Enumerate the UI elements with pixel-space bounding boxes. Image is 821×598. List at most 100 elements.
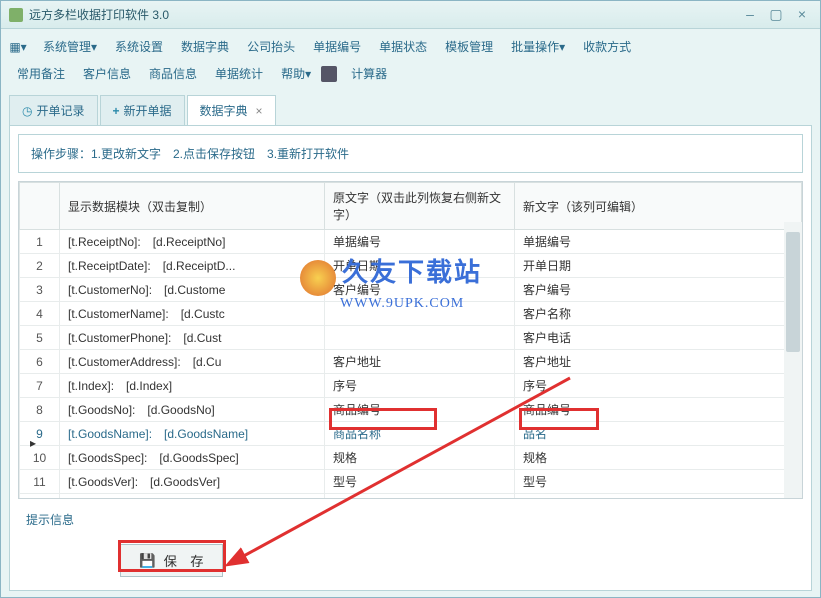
table-row[interactable]: 6[t.CustomerAddress]: [d.Cu客户地址客户地址	[20, 350, 802, 374]
data-table-container: 显示数据模块（双击复制） 原文字（双击此列恢复右侧新文字） 新文字（该列可编辑）…	[18, 181, 803, 499]
menu-goods-info[interactable]: 商品信息	[141, 62, 205, 85]
tab-label: 数据字典	[200, 102, 248, 119]
table-row[interactable]: 5[t.CustomerPhone]: [d.Cust 客户电话	[20, 326, 802, 350]
row-index: 9	[20, 422, 60, 446]
tab-label: 新开单据	[124, 102, 172, 119]
menu-system-settings[interactable]: 系统设置	[107, 35, 171, 58]
col-header-index[interactable]	[20, 183, 60, 230]
row-index: 4	[20, 302, 60, 326]
cell-original[interactable]: 型号	[325, 470, 515, 494]
cell-module[interactable]: [t.GoodsSpec]: [d.GoodsSpec]	[60, 446, 325, 470]
tab-bar: ◷ 开单记录 + 新开单据 数据字典 ×	[1, 95, 820, 125]
cell-original[interactable]: 客户地址	[325, 350, 515, 374]
minimize-button[interactable]: –	[740, 7, 760, 23]
cell-original[interactable]: 开单日期	[325, 254, 515, 278]
tab-receipt-records[interactable]: ◷ 开单记录	[9, 95, 98, 125]
cell-original[interactable]: 单位	[325, 494, 515, 500]
row-index: 3	[20, 278, 60, 302]
table-row[interactable]: 7[t.Index]: [d.Index]序号序号	[20, 374, 802, 398]
table-row[interactable]: 9[t.GoodsName]: [d.GoodsName]商品名称品名	[20, 422, 802, 446]
cell-original[interactable]: 商品名称	[325, 422, 515, 446]
menu-receipt-status[interactable]: 单据状态	[371, 35, 435, 58]
menu-payment-method[interactable]: 收款方式	[575, 35, 639, 58]
cell-new[interactable]: 开单日期	[515, 254, 802, 278]
cell-original[interactable]: 规格	[325, 446, 515, 470]
plus-icon: +	[113, 104, 120, 118]
col-header-original[interactable]: 原文字（双击此列恢复右侧新文字）	[325, 183, 515, 230]
cell-module[interactable]: [t.CustomerName]: [d.Custc	[60, 302, 325, 326]
cell-new[interactable]: 单位	[515, 494, 802, 500]
menu-receipt-no[interactable]: 单据编号	[305, 35, 369, 58]
row-index: 2	[20, 254, 60, 278]
table-row[interactable]: 3[t.CustomerNo]: [d.Custome客户编号客户编号	[20, 278, 802, 302]
col-header-new[interactable]: 新文字（该列可编辑）	[515, 183, 802, 230]
table-row[interactable]: 4[t.CustomerName]: [d.Custc 客户名称	[20, 302, 802, 326]
menu-calculator[interactable]: 计算器	[343, 62, 395, 85]
menu-data-dict[interactable]: 数据字典	[173, 35, 237, 58]
save-button[interactable]: 💾 保 存	[120, 544, 223, 577]
cell-module[interactable]: [t.ReceiptNo]: [d.ReceiptNo]	[60, 230, 325, 254]
vertical-scrollbar[interactable]	[784, 222, 802, 498]
close-button[interactable]: ×	[792, 7, 812, 23]
calculator-icon	[321, 66, 337, 82]
cell-new[interactable]: 客户编号	[515, 278, 802, 302]
tab-label: 开单记录	[36, 102, 84, 119]
table-row[interactable]: 11[t.GoodsVer]: [d.GoodsVer]型号型号	[20, 470, 802, 494]
cell-original[interactable]: 客户编号	[325, 278, 515, 302]
cell-original[interactable]: 序号	[325, 374, 515, 398]
cell-module[interactable]: [t.CustomerNo]: [d.Custome	[60, 278, 325, 302]
menu-company-header[interactable]: 公司抬头	[239, 35, 303, 58]
cell-module[interactable]: [t.GoodsName]: [d.GoodsName]	[60, 422, 325, 446]
maximize-button[interactable]: ▢	[766, 7, 786, 23]
cell-original[interactable]: 单据编号	[325, 230, 515, 254]
cell-new[interactable]: 规格	[515, 446, 802, 470]
cell-module[interactable]: [t.ReceiptDate]: [d.ReceiptD...	[60, 254, 325, 278]
cell-original[interactable]: 商品编号	[325, 398, 515, 422]
operation-steps: 操作步骤：1.更改新文字 2.点击保存按钮 3.重新打开软件	[18, 134, 803, 173]
menu-template-manage[interactable]: 模板管理	[437, 35, 501, 58]
table-row[interactable]: 12[t.GoodsUnit]: [d.GoodsUnit]单位单位	[20, 494, 802, 500]
save-icon: 💾	[139, 553, 156, 569]
cell-module[interactable]: [t.GoodsVer]: [d.GoodsVer]	[60, 470, 325, 494]
grid-icon[interactable]: ▦▾	[9, 38, 27, 56]
content-pane: 操作步骤：1.更改新文字 2.点击保存按钮 3.重新打开软件 显示数据模块（双击…	[9, 125, 812, 591]
menu-batch-ops[interactable]: 批量操作▾	[503, 35, 573, 58]
cell-module[interactable]: [t.CustomerPhone]: [d.Cust	[60, 326, 325, 350]
col-header-module[interactable]: 显示数据模块（双击复制）	[60, 183, 325, 230]
row-index: 6	[20, 350, 60, 374]
row-index: 8	[20, 398, 60, 422]
menu-customer-info[interactable]: 客户信息	[75, 62, 139, 85]
cell-new[interactable]: 型号	[515, 470, 802, 494]
save-button-label: 保 存	[164, 551, 204, 570]
row-index: 5	[20, 326, 60, 350]
cell-new[interactable]: 商品编号	[515, 398, 802, 422]
cell-new[interactable]: 客户电话	[515, 326, 802, 350]
cell-module[interactable]: [t.GoodsNo]: [d.GoodsNo]	[60, 398, 325, 422]
cell-original[interactable]	[325, 326, 515, 350]
menu-system-manage[interactable]: 系统管理▾	[35, 35, 105, 58]
table-row[interactable]: 10[t.GoodsSpec]: [d.GoodsSpec]规格规格	[20, 446, 802, 470]
cell-new[interactable]: 客户地址	[515, 350, 802, 374]
tab-close-icon[interactable]: ×	[256, 104, 263, 118]
row-index: 10	[20, 446, 60, 470]
table-row[interactable]: 2[t.ReceiptDate]: [d.ReceiptD...开单日期开单日期	[20, 254, 802, 278]
tab-new-receipt[interactable]: + 新开单据	[100, 95, 185, 125]
table-row[interactable]: 8[t.GoodsNo]: [d.GoodsNo]商品编号商品编号	[20, 398, 802, 422]
scrollbar-thumb[interactable]	[786, 232, 800, 352]
row-index: 12	[20, 494, 60, 500]
hint-label: 提示信息	[18, 507, 803, 532]
menu-help[interactable]: 帮助▾	[273, 62, 319, 85]
cell-original[interactable]	[325, 302, 515, 326]
cell-new[interactable]: 单据编号	[515, 230, 802, 254]
cell-module[interactable]: [t.Index]: [d.Index]	[60, 374, 325, 398]
table-row[interactable]: 1[t.ReceiptNo]: [d.ReceiptNo]单据编号单据编号	[20, 230, 802, 254]
cell-new[interactable]: 客户名称	[515, 302, 802, 326]
cell-module[interactable]: [t.GoodsUnit]: [d.GoodsUnit]	[60, 494, 325, 500]
cell-new[interactable]: 品名	[515, 422, 802, 446]
tab-data-dictionary[interactable]: 数据字典 ×	[187, 95, 276, 125]
cell-new[interactable]: 序号	[515, 374, 802, 398]
menu-common-notes[interactable]: 常用备注	[9, 62, 73, 85]
active-row-marker: ▸	[30, 436, 36, 450]
menu-receipt-stats[interactable]: 单据统计	[207, 62, 271, 85]
cell-module[interactable]: [t.CustomerAddress]: [d.Cu	[60, 350, 325, 374]
